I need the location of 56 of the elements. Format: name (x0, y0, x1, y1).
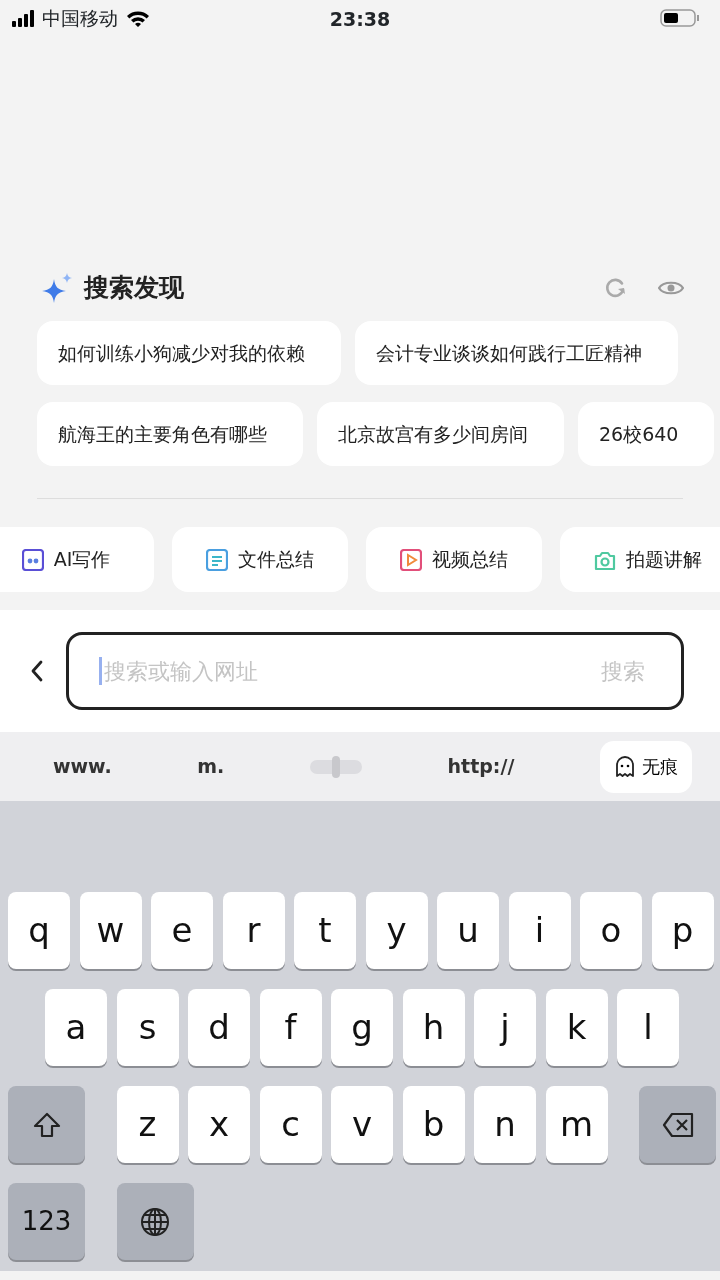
keyboard-key[interactable]: u (437, 892, 499, 969)
delete-icon (661, 1110, 694, 1139)
battery-icon (660, 9, 700, 27)
ghost-icon (613, 754, 636, 779)
suggestion-chip[interactable]: 26校640 (578, 402, 715, 466)
keyboard-key[interactable]: n (474, 1086, 536, 1163)
keyboard-key[interactable]: f (259, 989, 322, 1066)
numbers-key[interactable]: 123 (8, 1183, 85, 1260)
suggestion-chip[interactable]: 会计专业谈谈如何践行工匠精神 (355, 321, 678, 385)
tool-button[interactable]: 视频总结 (366, 527, 542, 592)
video-icon (400, 548, 422, 571)
shortcut-button[interactable]: www. (53, 752, 112, 781)
keyboard-key[interactable]: c (259, 1086, 322, 1163)
keyboard-key[interactable]: z (116, 1086, 179, 1163)
keyboard-key[interactable]: e (151, 892, 213, 969)
keyboard-key[interactable]: i (508, 892, 571, 969)
keyboard-key[interactable]: k (545, 989, 608, 1066)
shift-icon (31, 1110, 62, 1139)
delete-key[interactable] (639, 1086, 716, 1163)
tool-button[interactable]: 拍题讲解 (560, 527, 720, 592)
keyboard-key[interactable]: t (294, 892, 356, 969)
tool-button[interactable]: AI写作 (0, 527, 154, 592)
drag-handle-icon[interactable] (309, 755, 362, 778)
suggestion-chip[interactable]: 航海王的主要角色有哪些 (37, 402, 303, 466)
keyboard-key[interactable]: o (580, 892, 642, 969)
incognito-button[interactable]: 无痕 (599, 740, 692, 793)
keyboard-key[interactable]: v (331, 1086, 393, 1163)
keyboard-key[interactable]: l (617, 989, 679, 1066)
time-text: 23:38 (329, 7, 391, 32)
keyboard-key[interactable]: r (222, 892, 285, 969)
keyboard-key[interactable]: y (365, 892, 428, 969)
keyboard-key[interactable]: w (79, 892, 142, 969)
suggestion-chip[interactable]: 如何训练小狗减少对我的依赖 (37, 321, 341, 385)
keyboard-key[interactable]: h (402, 989, 465, 1066)
suggestion-chip[interactable]: 北京故宫有多少间房间 (317, 402, 564, 466)
globe-key[interactable] (116, 1183, 194, 1260)
keyboard-key[interactable]: b (402, 1086, 465, 1163)
shortcut-button[interactable]: m. (197, 752, 225, 781)
keyboard-key[interactable]: s (116, 989, 179, 1066)
signal-icon (12, 9, 34, 27)
document-icon (206, 548, 228, 571)
shortcut-button[interactable]: http:// (447, 752, 515, 781)
keyboard-key[interactable]: d (188, 989, 250, 1066)
section-title: 搜索发现 (84, 272, 184, 305)
keyboard-key[interactable]: a (45, 989, 107, 1066)
keyboard-key[interactable]: g (331, 989, 393, 1066)
tool-button[interactable]: 文件总结 (172, 527, 348, 592)
keyboard-key[interactable]: m (545, 1086, 608, 1163)
keyboard-key[interactable]: p (651, 892, 714, 969)
keyboard-key[interactable]: q (8, 892, 70, 969)
quote-icon (21, 548, 44, 571)
keyboard-key[interactable]: x (188, 1086, 250, 1163)
keyboard-key[interactable]: j (474, 989, 536, 1066)
carrier-name: 中国移动 (42, 5, 118, 31)
shift-key[interactable] (8, 1086, 85, 1163)
globe-icon (140, 1206, 170, 1237)
